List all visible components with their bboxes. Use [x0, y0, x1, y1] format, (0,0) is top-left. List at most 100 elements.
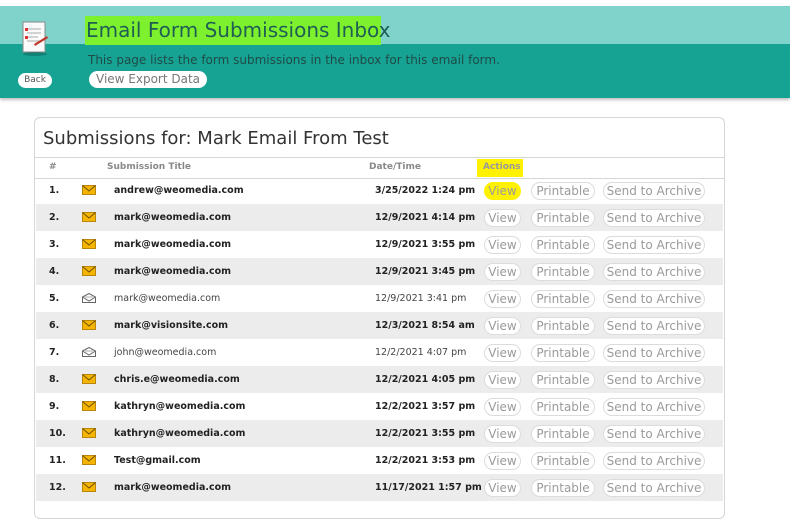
panel-title: Submissions for: Mark Email From Test: [43, 128, 389, 149]
send-to-archive-button[interactable]: Send to Archive: [603, 263, 705, 281]
read-envelope-icon: [82, 293, 96, 303]
submission-title[interactable]: kathryn@weomedia.com: [114, 420, 245, 447]
table-row[interactable]: 5. mark@weomedia.com 12/9/2021 3:41 pm View…: [36, 285, 723, 312]
printable-button[interactable]: Printable: [531, 398, 595, 416]
view-button[interactable]: View: [484, 344, 521, 362]
submission-title[interactable]: mark@weomedia.com: [114, 231, 231, 258]
submission-date: 12/2/2021 4:07 pm: [375, 347, 467, 358]
send-to-archive-button[interactable]: Send to Archive: [603, 290, 705, 308]
view-button[interactable]: View: [484, 425, 521, 443]
printable-button[interactable]: Printable: [531, 290, 595, 308]
back-button[interactable]: Back: [18, 73, 52, 88]
row-number: 8.: [49, 374, 60, 385]
unread-envelope-icon: [82, 266, 96, 276]
send-to-archive-button[interactable]: Send to Archive: [603, 317, 705, 335]
submission-date: 12/9/2021 3:41 pm: [375, 293, 467, 304]
unread-envelope-icon: [82, 482, 96, 492]
printable-button[interactable]: Printable: [531, 425, 595, 443]
printable-button[interactable]: Printable: [531, 317, 595, 335]
unread-envelope-icon: [82, 239, 96, 249]
table-row[interactable]: 7. john@weomedia.com 12/2/2021 4:07 pm View…: [36, 339, 723, 366]
send-to-archive-button[interactable]: Send to Archive: [603, 236, 705, 254]
row-number: 3.: [49, 239, 60, 250]
view-button[interactable]: View: [484, 317, 521, 335]
send-to-archive-button[interactable]: Send to Archive: [603, 371, 705, 389]
printable-button[interactable]: Printable: [531, 182, 595, 200]
column-header-number: #: [49, 162, 57, 172]
submission-title[interactable]: chris.e@weomedia.com: [114, 366, 240, 393]
table-header: # Submission Title Date/Time Actions: [35, 157, 724, 179]
unread-envelope-icon: [82, 374, 96, 384]
unread-envelope-icon: [82, 401, 96, 411]
view-button[interactable]: View: [484, 452, 521, 470]
table-row[interactable]: 9. kathryn@weomedia.com 12/2/2021 3:57 pm V…: [36, 393, 723, 420]
view-button[interactable]: View: [484, 371, 521, 389]
printable-button[interactable]: Printable: [531, 344, 595, 362]
unread-envelope-icon: [82, 320, 96, 330]
send-to-archive-button[interactable]: Send to Archive: [603, 425, 705, 443]
table-row[interactable]: 6. mark@visionsite.com 12/3/2021 8:54 am Vi…: [36, 312, 723, 339]
table-row[interactable]: 8. chris.e@weomedia.com 12/2/2021 4:05 pm V…: [36, 366, 723, 393]
printable-button[interactable]: Printable: [531, 371, 595, 389]
row-number: 4.: [49, 266, 60, 277]
submission-title[interactable]: mark@weomedia.com: [114, 258, 231, 285]
submission-title[interactable]: mark@weomedia.com: [114, 204, 231, 231]
submission-title[interactable]: mark@weomedia.com: [114, 285, 220, 312]
column-header-date[interactable]: Date/Time: [369, 162, 421, 172]
row-number: 11.: [49, 455, 66, 466]
submissions-panel: Submissions for: Mark Email From Test # …: [34, 117, 725, 519]
row-number: 2.: [49, 212, 60, 223]
view-button[interactable]: View: [484, 398, 521, 416]
submission-title[interactable]: Test@gmail.com: [114, 447, 201, 474]
view-button[interactable]: View: [484, 263, 521, 281]
submission-date: 3/25/2022 1:24 pm: [375, 185, 476, 196]
send-to-archive-button[interactable]: Send to Archive: [603, 398, 705, 416]
view-button[interactable]: View: [484, 182, 521, 200]
row-number: 6.: [49, 320, 60, 331]
view-button[interactable]: View: [484, 290, 521, 308]
submission-date: 12/2/2021 3:53 pm: [375, 455, 476, 466]
page-description: This page lists the form submissions in …: [88, 53, 500, 67]
view-button[interactable]: View: [484, 479, 521, 497]
printable-button[interactable]: Printable: [531, 236, 595, 254]
send-to-archive-button[interactable]: Send to Archive: [603, 209, 705, 227]
table-row[interactable]: 12. mark@weomedia.com 11/17/2021 1:57 pm Vi…: [36, 474, 723, 501]
read-envelope-icon: [82, 347, 96, 357]
submission-date: 12/9/2021 3:45 pm: [375, 266, 476, 277]
table-row[interactable]: 2. mark@weomedia.com 12/9/2021 4:14 pm View…: [36, 204, 723, 231]
submission-title[interactable]: mark@visionsite.com: [114, 312, 228, 339]
send-to-archive-button[interactable]: Send to Archive: [603, 479, 705, 497]
send-to-archive-button[interactable]: Send to Archive: [603, 344, 705, 362]
column-header-title[interactable]: Submission Title: [107, 162, 191, 172]
unread-envelope-icon: [82, 185, 96, 195]
row-number: 5.: [49, 293, 60, 304]
table-row[interactable]: 4. mark@weomedia.com 12/9/2021 3:45 pm View…: [36, 258, 723, 285]
row-number: 10.: [49, 428, 66, 439]
submission-date: 11/17/2021 1:57 pm: [375, 482, 482, 493]
table-row[interactable]: 11. Test@gmail.com 12/2/2021 3:53 pm View Pr…: [36, 447, 723, 474]
submission-date: 12/2/2021 3:57 pm: [375, 401, 476, 412]
table-row[interactable]: 1. andrew@weomedia.com 3/25/2022 1:24 pm Vi…: [36, 177, 723, 204]
submission-title[interactable]: andrew@weomedia.com: [114, 177, 244, 204]
row-number: 7.: [49, 347, 60, 358]
submission-title[interactable]: kathryn@weomedia.com: [114, 393, 245, 420]
submission-date: 12/2/2021 3:55 pm: [375, 428, 476, 439]
row-number: 12.: [49, 482, 66, 493]
table-row[interactable]: 10. kathryn@weomedia.com 12/2/2021 3:55 pm…: [36, 420, 723, 447]
view-button[interactable]: View: [484, 236, 521, 254]
submission-date: 12/2/2021 4:05 pm: [375, 374, 476, 385]
printable-button[interactable]: Printable: [531, 209, 595, 227]
printable-button[interactable]: Printable: [531, 452, 595, 470]
form-document-icon: [22, 21, 48, 56]
unread-envelope-icon: [82, 455, 96, 465]
submission-title[interactable]: mark@weomedia.com: [114, 474, 231, 501]
send-to-archive-button[interactable]: Send to Archive: [603, 182, 705, 200]
table-row[interactable]: 3. mark@weomedia.com 12/9/2021 3:55 pm View…: [36, 231, 723, 258]
printable-button[interactable]: Printable: [531, 263, 595, 281]
send-to-archive-button[interactable]: Send to Archive: [603, 452, 705, 470]
submission-title[interactable]: john@weomedia.com: [114, 339, 216, 366]
view-export-data-button[interactable]: View Export Data: [89, 71, 208, 88]
unread-envelope-icon: [82, 428, 96, 438]
printable-button[interactable]: Printable: [531, 479, 595, 497]
view-button[interactable]: View: [484, 209, 521, 227]
